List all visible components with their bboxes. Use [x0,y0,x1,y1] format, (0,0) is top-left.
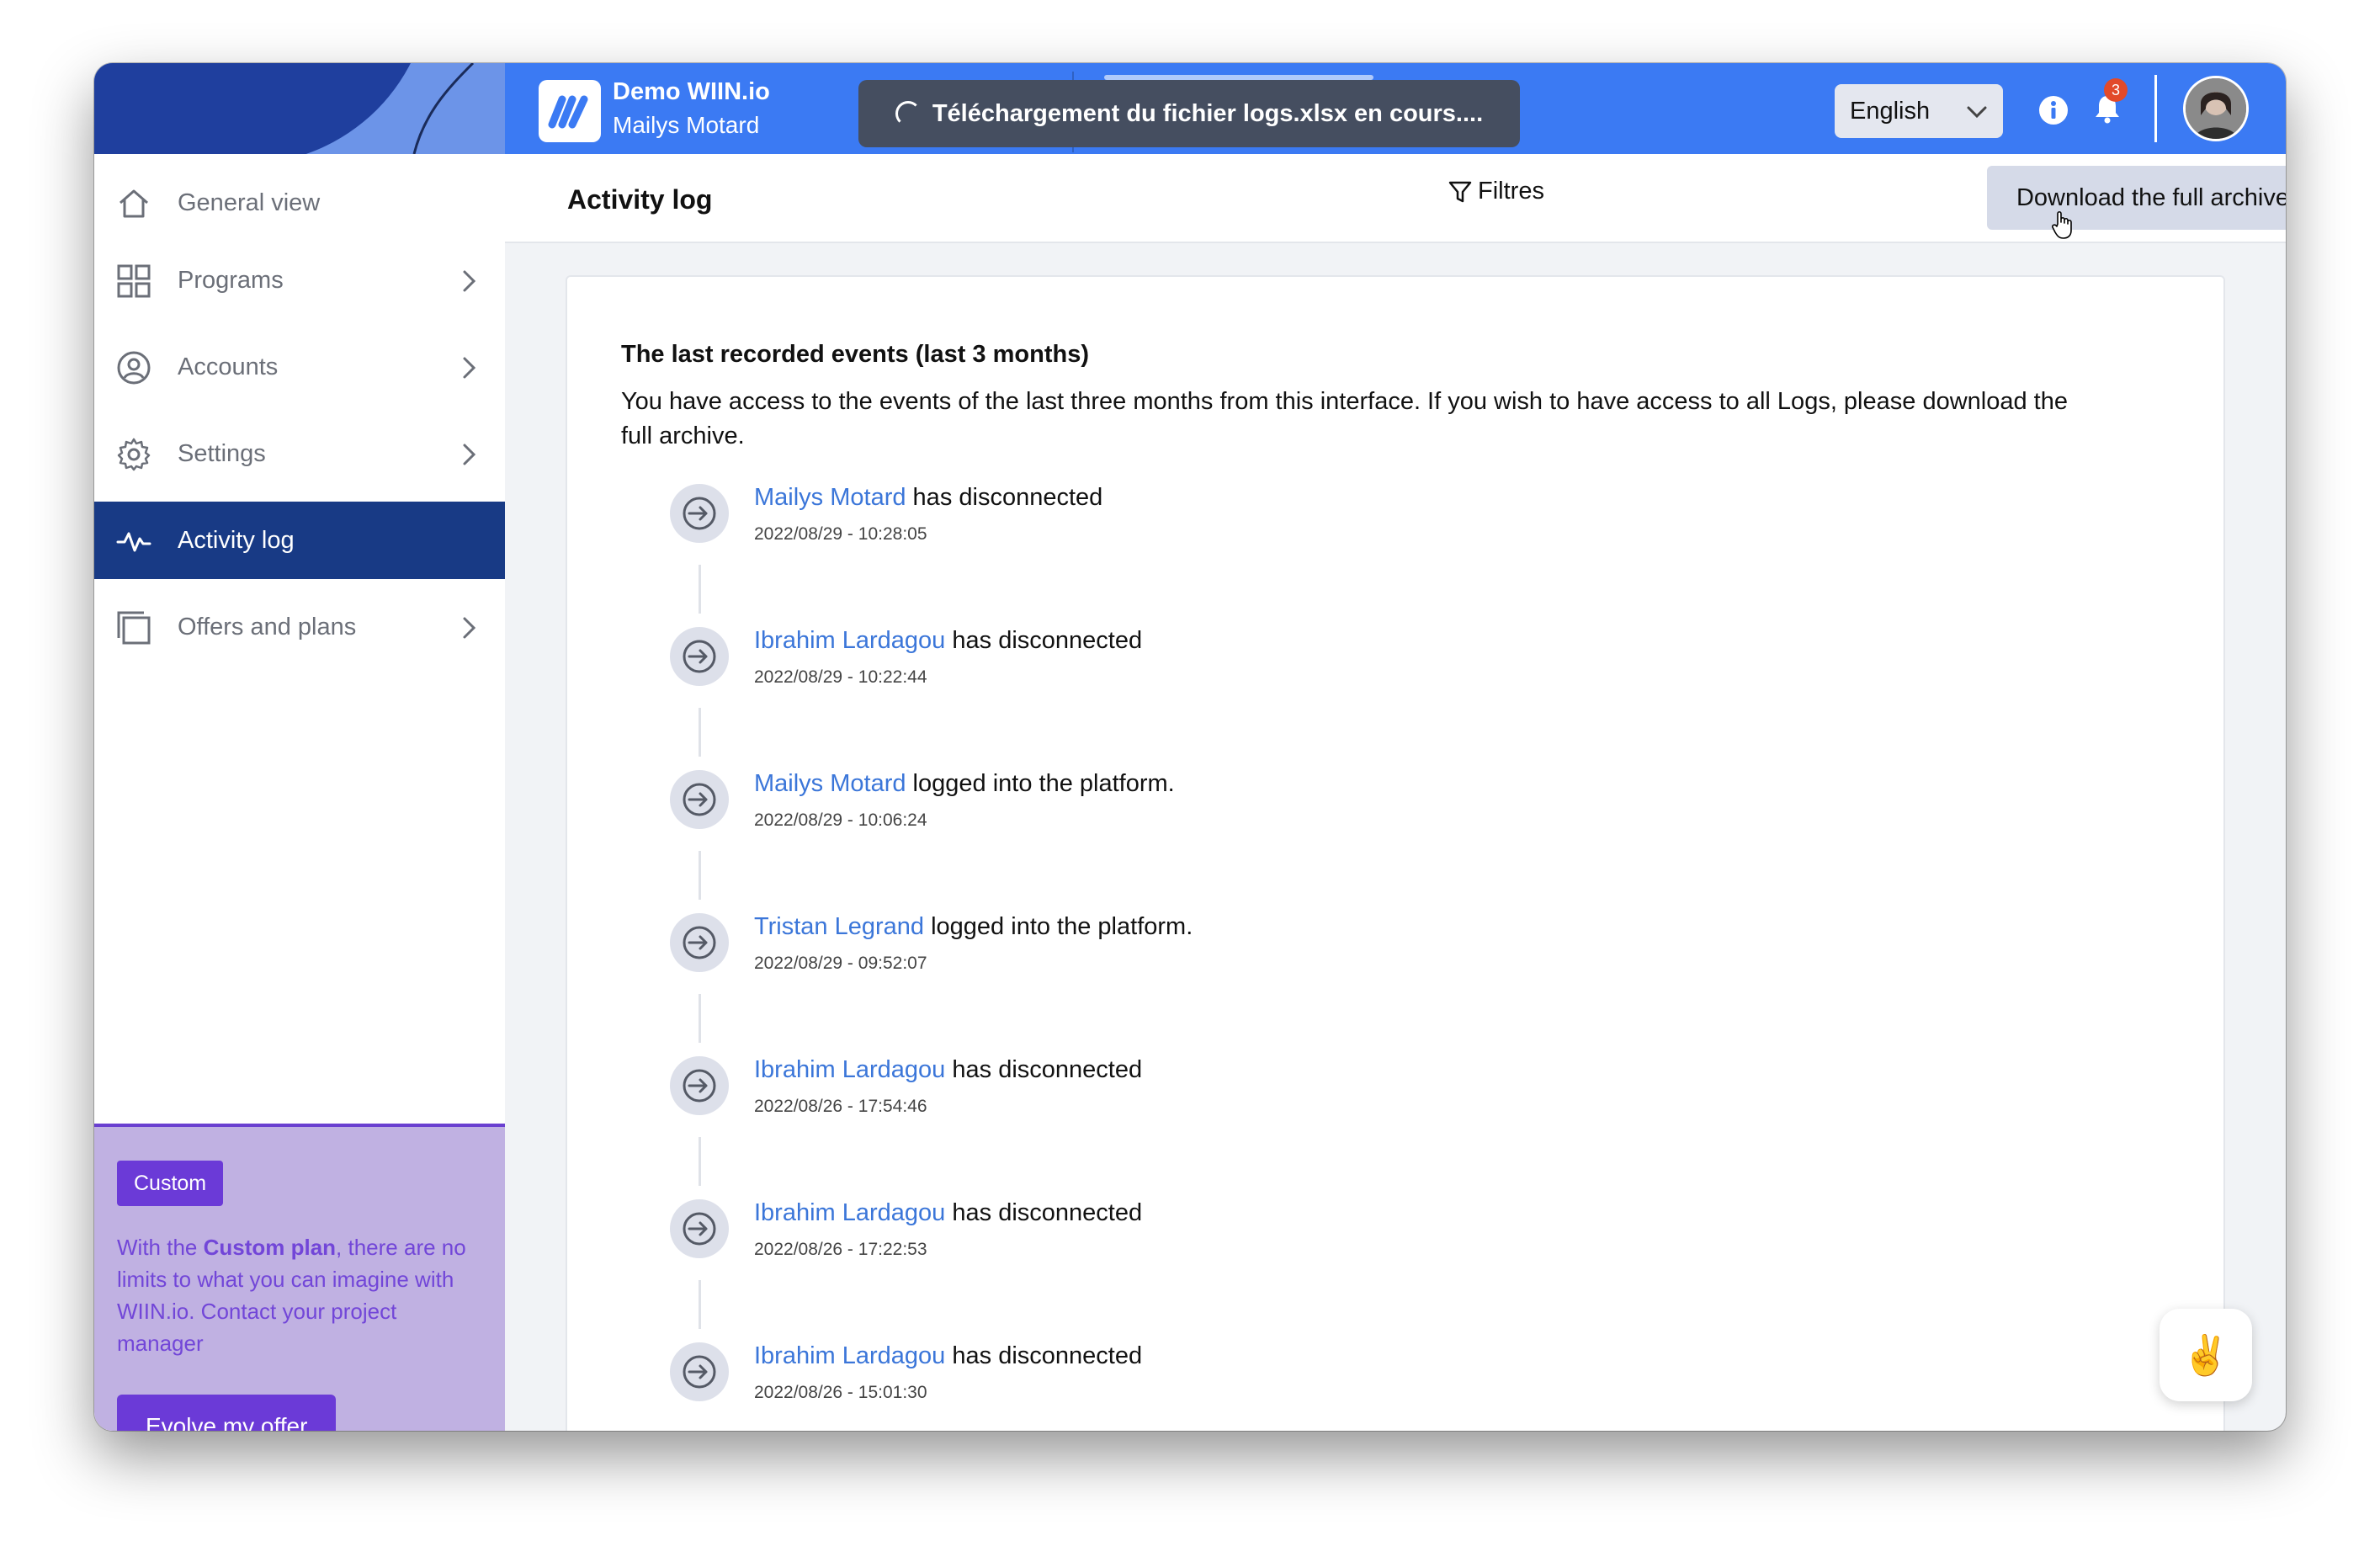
copy-icon [117,611,151,645]
sign-in-icon [670,1056,729,1115]
sign-in-icon [670,627,729,686]
app-window: Demo WIIN.io Mailys Motard Téléchargemen… [94,63,2286,1431]
gear-icon [117,438,151,471]
timeline-connector [699,851,701,900]
sign-in-icon [670,1199,729,1258]
sidebar-item-activity-log[interactable]: Activity log [94,502,505,579]
hand-cursor-icon [2052,210,2072,239]
page-title: Activity log [567,184,713,215]
sidebar-item-label: Settings [178,440,266,467]
toast-message: Téléchargement du fichier logs.xlsx en c… [932,99,1484,127]
list-item: Tristan Legrand logged into the platform… [670,913,2101,1056]
header-divider [2154,75,2157,142]
page-header: Activity log Filtres Download the full a… [505,154,2286,243]
chevron-right-icon [463,617,476,639]
download-toast: Téléchargement du fichier logs.xlsx en c… [858,80,1520,147]
list-item: Mailys Motard has disconnected 2022/08/2… [670,484,2101,627]
event-user-link[interactable]: Tristan Legrand [754,913,924,940]
filter-label: Filtres [1478,178,1544,205]
chat-widget-button[interactable]: ✌️ [2160,1309,2252,1401]
event-text: Tristan Legrand logged into the platform… [754,913,1193,940]
download-archive-button[interactable]: Download the full archive [1987,166,2286,230]
spinner-icon [895,101,921,126]
list-item: Ibrahim Lardagou has disconnected 2022/0… [670,1056,2101,1199]
timeline-connector [699,708,701,757]
sidebar-item-programs[interactable]: Programs [94,242,505,319]
chevron-right-icon [463,270,476,292]
event-timestamp: 2022/08/29 - 10:28:05 [754,524,927,544]
event-timestamp: 2022/08/26 - 15:01:30 [754,1383,927,1402]
card-description: You have access to the events of the las… [621,388,2068,449]
chevron-right-icon [463,444,476,465]
brand-decoration [94,63,505,154]
sign-in-icon [670,770,729,829]
filter-button[interactable]: Filtres [1448,178,1544,205]
sidebar-item-settings[interactable]: Settings [94,415,505,492]
top-bar: Demo WIIN.io Mailys Motard Téléchargemen… [94,63,2286,154]
event-user-link[interactable]: Ibrahim Lardagou [754,1342,945,1369]
chevron-down-icon [1967,106,1987,119]
event-user-link[interactable]: Mailys Motard [754,484,906,511]
sidebar-item-label: Activity log [178,527,295,554]
timeline-connector [699,994,701,1043]
event-timestamp: 2022/08/26 - 17:22:53 [754,1240,927,1259]
sign-in-icon [670,484,729,543]
home-icon [120,189,148,218]
grid-icon [117,264,151,298]
event-user-link[interactable]: Ibrahim Lardagou [754,1199,945,1226]
sidebar: General view Programs Accounts Settings … [94,154,505,1431]
sidebar-item-general-view[interactable]: General view [94,164,505,242]
event-text: Mailys Motard has disconnected [754,484,1103,511]
list-item: Ibrahim Lardagou has disconnected 2022/0… [670,1199,2101,1342]
sign-in-icon [670,913,729,972]
sidebar-item-accounts[interactable]: Accounts [94,328,505,406]
event-timestamp: 2022/08/29 - 10:22:44 [754,667,927,687]
timeline-connector [699,565,701,614]
list-item: Ibrahim Lardagou has disconnected 2022/0… [670,1342,2101,1431]
event-text: Ibrahim Lardagou has disconnected [754,1199,1143,1226]
timeline-connector [699,1280,701,1329]
sidebar-item-offers-and-plans[interactable]: Offers and plans [94,588,505,666]
chevron-right-icon [463,357,476,379]
evolve-offer-button[interactable]: Evolve my offer [117,1395,337,1431]
event-user-link[interactable]: Mailys Motard [754,770,906,797]
language-select[interactable]: English [1835,84,2003,138]
notification-badge: 3 [2104,78,2128,102]
sidebar-item-label: Accounts [178,353,279,380]
info-icon[interactable] [2038,95,2069,125]
event-timestamp: 2022/08/29 - 10:06:24 [754,810,927,830]
plan-badge: Custom [117,1161,224,1206]
timeline-connector [699,1137,701,1186]
app-title: Demo WIIN.io [613,78,770,105]
sign-in-icon [670,1342,729,1401]
event-timestamp: 2022/08/29 - 09:52:07 [754,954,927,973]
activity-card: The last recorded events (last 3 months)… [566,275,2225,1431]
app-user-name: Mailys Motard [613,112,760,138]
upgrade-promo: Custom With the Custom plan, there are n… [94,1124,505,1431]
event-text: Mailys Motard logged into the platform. [754,770,1175,797]
event-timestamp: 2022/08/26 - 17:54:46 [754,1097,927,1116]
language-value: English [1850,97,1931,125]
promo-text: With the Custom plan, there are no limit… [117,1235,466,1356]
list-item: Ibrahim Lardagou has disconnected 2022/0… [670,627,2101,770]
sidebar-item-label: Offers and plans [178,614,357,640]
user-circle-icon [117,351,151,385]
card-title: The last recorded events (last 3 months) [621,341,1089,368]
filter-icon [1448,181,1472,202]
event-text: Ibrahim Lardagou has disconnected [754,1056,1143,1083]
event-text: Ibrahim Lardagou has disconnected [754,627,1143,654]
event-user-link[interactable]: Ibrahim Lardagou [754,627,945,654]
event-user-link[interactable]: Ibrahim Lardagou [754,1056,945,1083]
list-item: Mailys Motard logged into the platform. … [670,770,2101,913]
activity-icon [116,532,151,552]
avatar[interactable] [2183,76,2249,141]
sidebar-item-label: Programs [178,267,284,294]
sidebar-item-label: General view [178,189,321,216]
wiin-logo[interactable] [539,80,601,142]
event-text: Ibrahim Lardagou has disconnected [754,1342,1143,1369]
